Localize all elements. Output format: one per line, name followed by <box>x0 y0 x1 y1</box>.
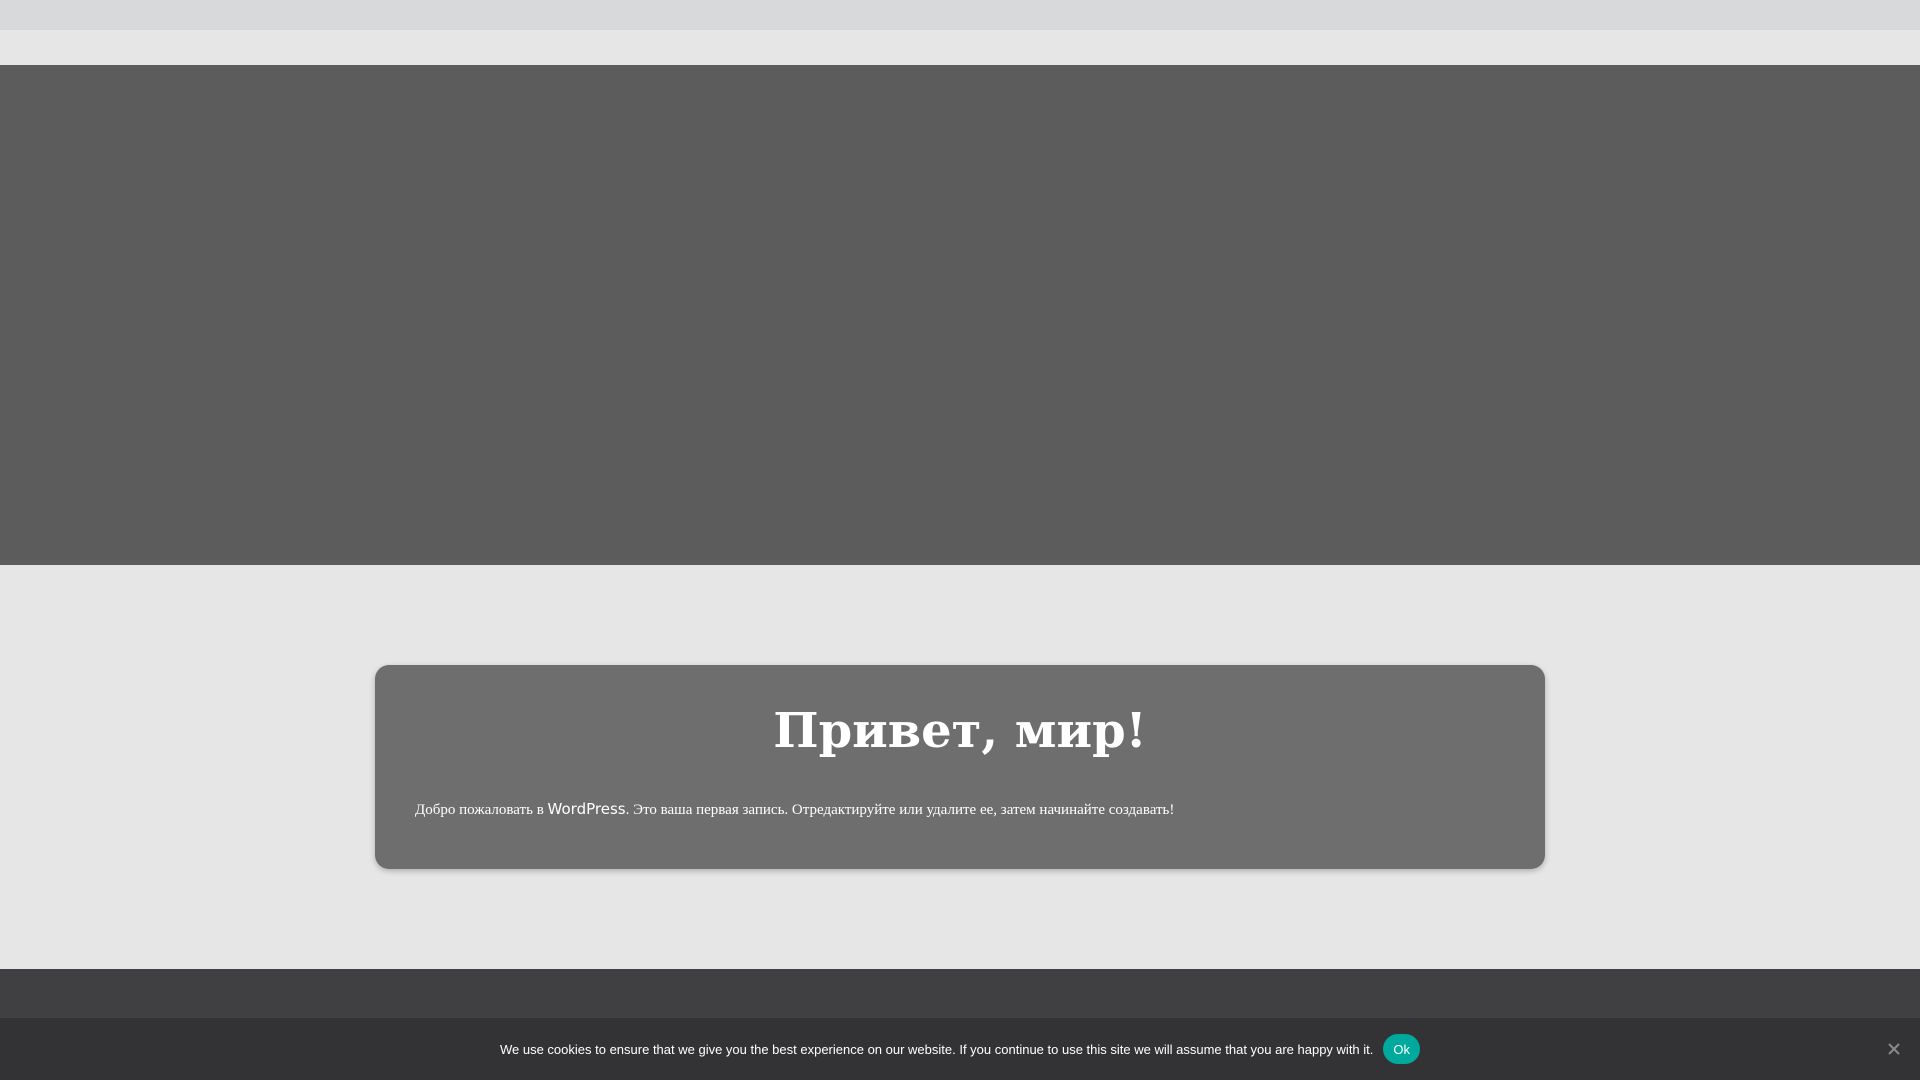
close-icon-glyph <box>1888 1043 1900 1055</box>
post-excerpt-text-end: . Это ваша первая запись. Отредактируйте… <box>625 802 1175 818</box>
post-excerpt: Добро пожаловать в WordPress. Это ваша п… <box>415 799 1505 820</box>
top-bar <box>0 0 1920 30</box>
cookie-ok-button[interactable]: Ok <box>1383 1034 1421 1064</box>
cookie-notice: We use cookies to ensure that we give yo… <box>0 1018 1920 1080</box>
cookie-message: We use cookies to ensure that we give yo… <box>499 1041 1374 1057</box>
post-card: Привет, мир! Добро пожаловать в WordPres… <box>375 665 1545 869</box>
hero-banner <box>0 65 1920 565</box>
post-title[interactable]: Привет, мир! <box>415 701 1505 761</box>
close-icon[interactable] <box>1884 1039 1904 1059</box>
wordpress-link[interactable]: WordPress <box>548 800 626 818</box>
post-excerpt-text-start: Добро пожаловать в <box>415 802 548 818</box>
